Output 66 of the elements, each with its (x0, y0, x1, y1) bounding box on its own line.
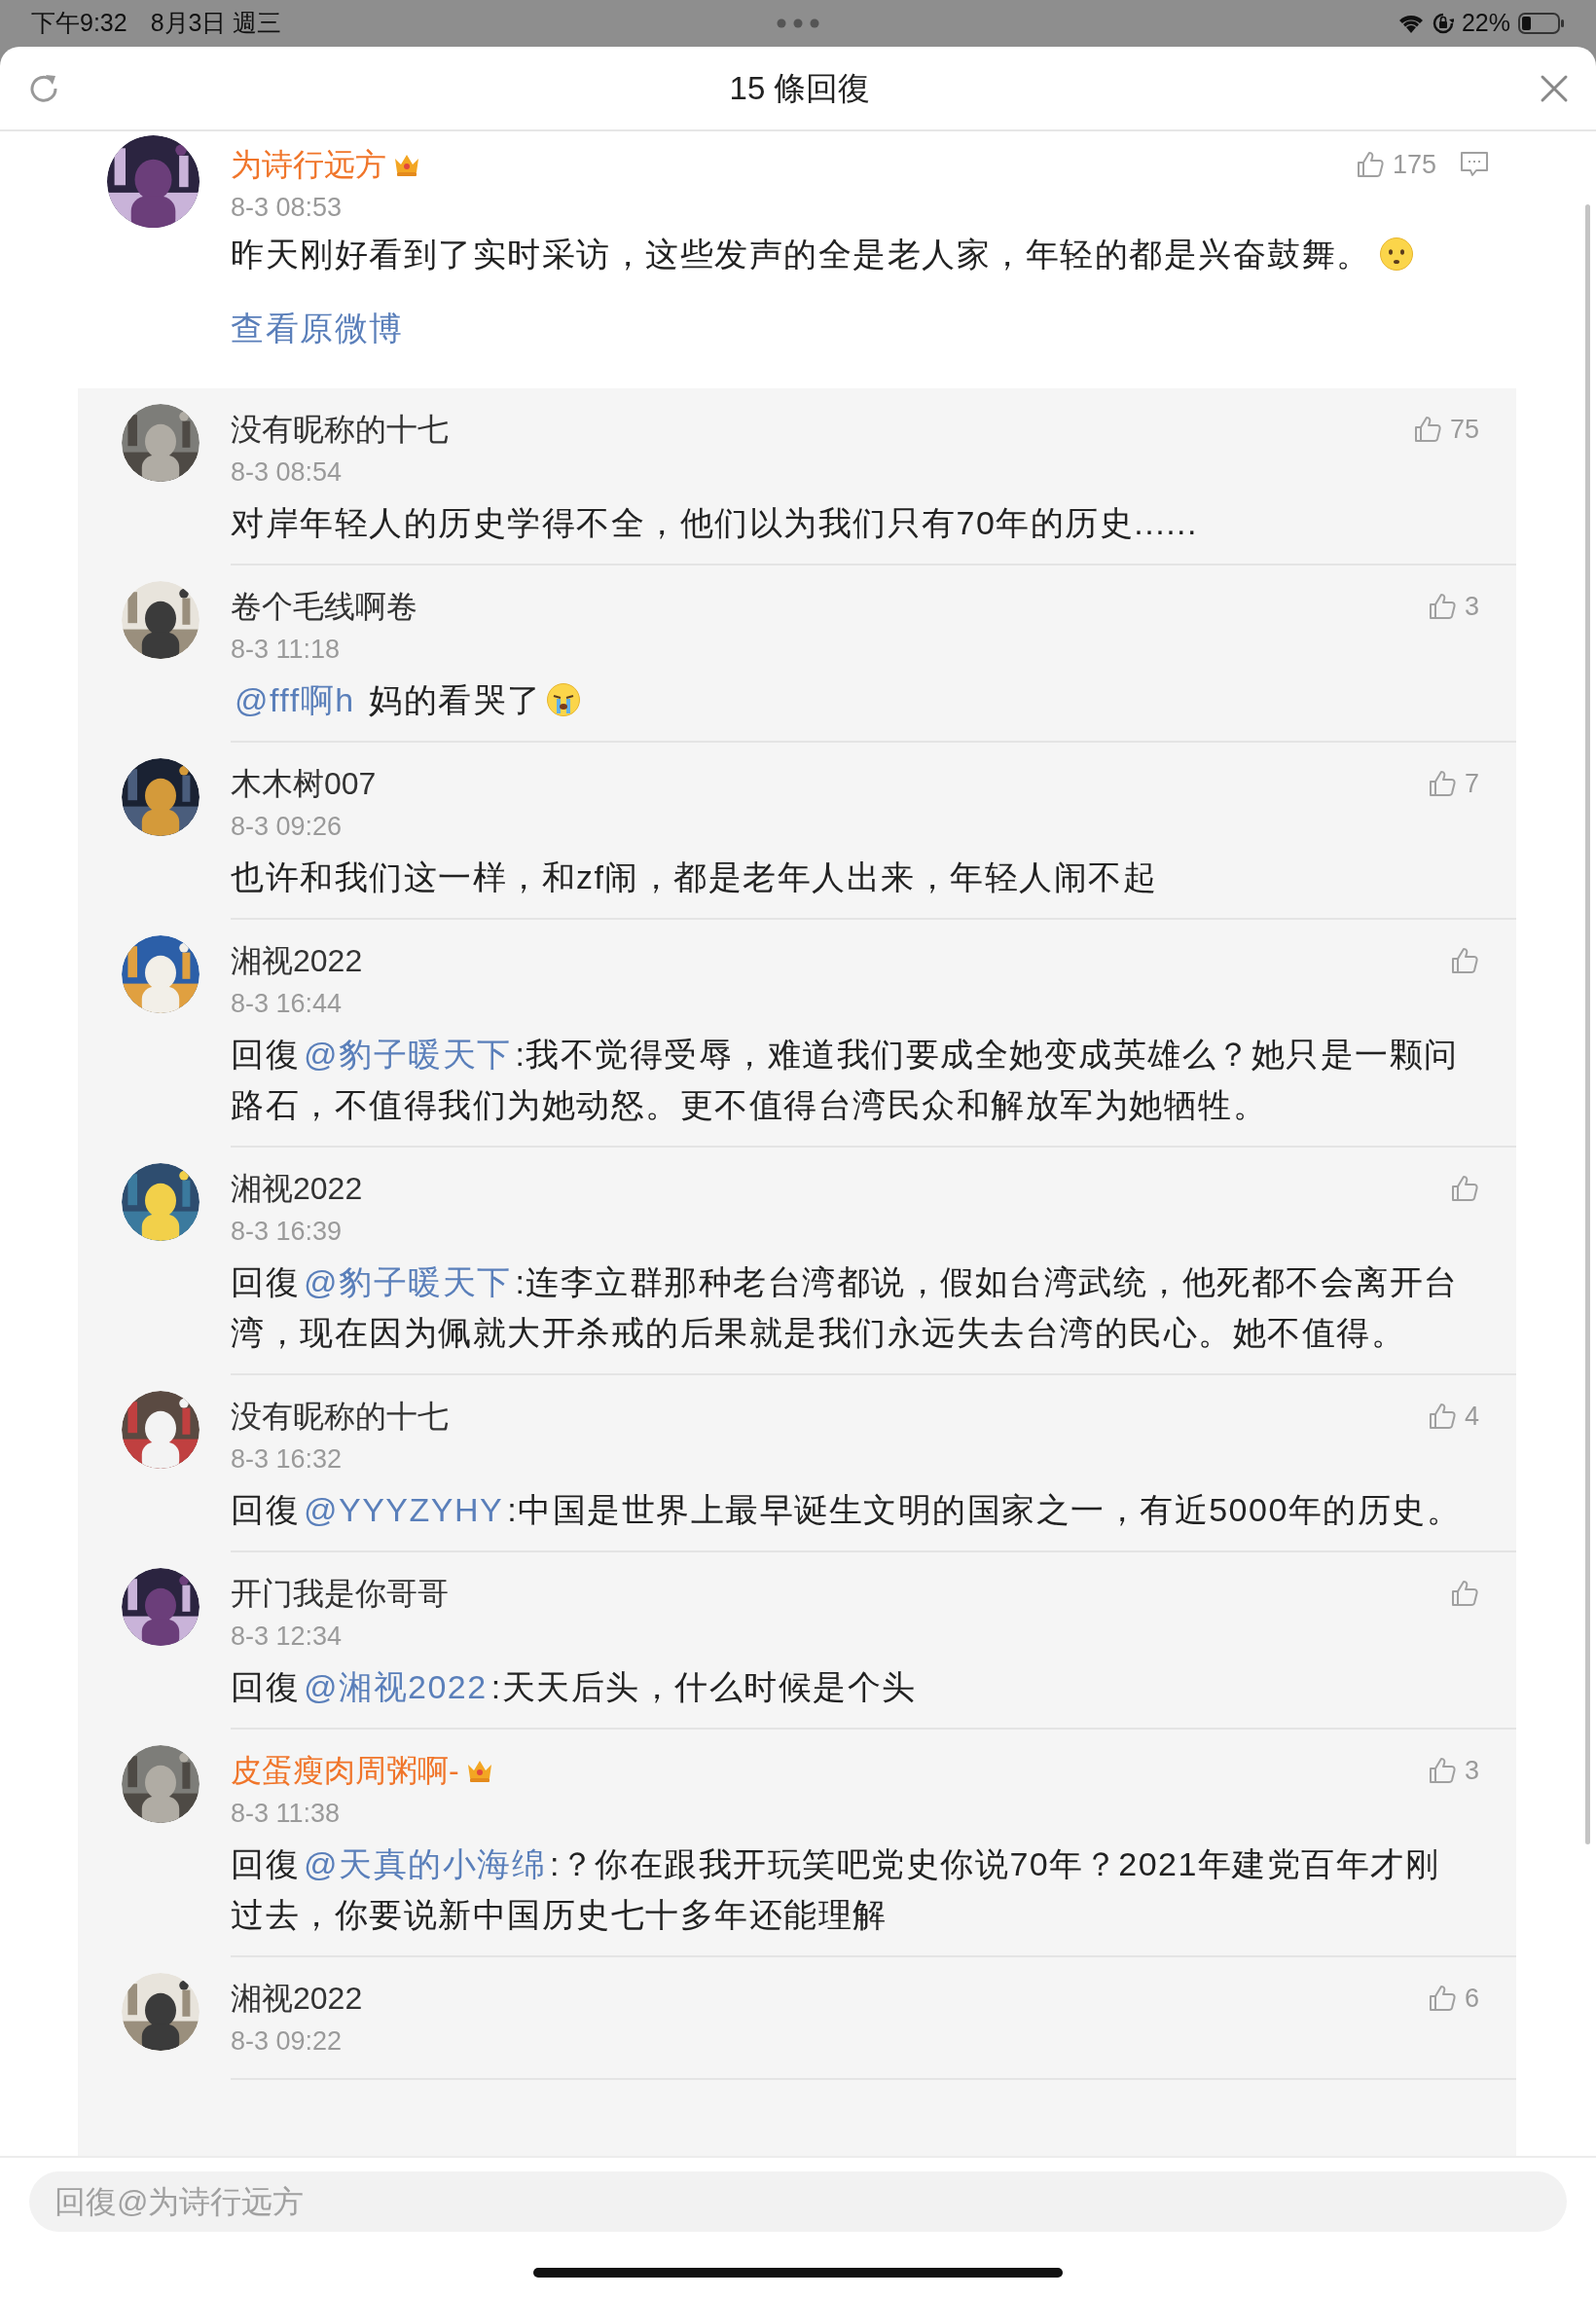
like-count: 7 (1464, 768, 1479, 800)
comment-text: @fff啊h 妈的看哭了 (234, 681, 542, 718)
thumbs-up-icon[interactable] (1450, 1174, 1479, 1203)
more-dots-icon[interactable] (777, 18, 819, 28)
username[interactable]: 卷个毛线啊卷 (231, 585, 417, 628)
status-date: 8月3日 週三 (150, 8, 282, 39)
battery-icon (1518, 13, 1565, 34)
comment-time: 8-3 09:26 (231, 811, 344, 843)
comment-icon[interactable] (1460, 151, 1489, 178)
mention-link[interactable]: @豹子暖天下 (304, 1036, 512, 1073)
username[interactable]: 为诗行远方 (231, 143, 386, 186)
username[interactable]: 没有昵称的十七 (231, 408, 449, 451)
username[interactable]: 开门我是你哥哥 (231, 1572, 449, 1615)
comment-time: 8-3 08:53 (231, 192, 344, 224)
comment-time: 8-3 16:32 (231, 1443, 344, 1476)
like-count: 3 (1464, 591, 1479, 623)
like-count: 175 (1392, 149, 1436, 181)
comment-time: 8-3 16:44 (231, 988, 344, 1020)
status-time: 下午9:32 (31, 8, 127, 39)
mention-link[interactable]: @湘视2022 (304, 1668, 488, 1705)
like-count: 75 (1449, 414, 1479, 446)
comment-time: 8-3 09:22 (231, 2025, 344, 2058)
comment-time: 8-3 12:34 (231, 1621, 344, 1653)
battery-percentage: 22% (1461, 8, 1510, 39)
username[interactable]: 木木树007 (231, 762, 377, 805)
crying-emoji-icon (546, 682, 581, 717)
thumbs-up-icon[interactable] (1427, 1756, 1457, 1785)
comment-time: 8-3 11:18 (231, 634, 342, 666)
comment-text: 回復@豹子暖天下:连李立群那种老台湾都说，假如台湾武统，他死都不会离开台湾，现在因为佩就大开杀戒的后果就是我们永远失去台湾的民心。她不值得。 (231, 1263, 1459, 1351)
comment-time: 8-3 16:39 (231, 1216, 344, 1248)
username[interactable]: 湘视2022 (231, 1977, 363, 2020)
comment-text: 回復@YYYZYHY:中国是世界上最早诞生文明的国家之一，有近5000年的历史。 (231, 1491, 1462, 1528)
sad-emoji-icon (1378, 237, 1414, 272)
comment-text: 回復@天真的小海绵:？你在跟我开玩笑吧党史你说70年？2021年建党百年才刚过去，你要说新中国历史七十多年还能理解 (231, 1845, 1440, 1933)
thumbs-up-icon[interactable] (1450, 946, 1479, 975)
username[interactable]: 湘视2022 (231, 1167, 363, 1210)
like-count: 3 (1464, 1755, 1479, 1787)
comment-text: 回復@豹子暖天下:我不觉得受辱，难道我们要成全她变成英雄么？她只是一颗问路石，不值得我们为她动怒。更不值得台湾民众和解放军为她牺牲。 (231, 1036, 1459, 1123)
comment-text: 也许和我们这一样，和zf闹，都是老年人出来，年轻人闹不起 (231, 858, 1158, 895)
rotation-lock-icon (1432, 13, 1454, 34)
thumbs-up-icon[interactable] (1427, 1984, 1457, 2013)
like-count: 6 (1464, 1983, 1479, 2015)
mention-link[interactable]: @fff啊h (235, 681, 355, 718)
username[interactable]: 湘视2022 (231, 939, 363, 982)
comment-time: 8-3 08:54 (231, 456, 344, 489)
reply-input-field[interactable]: 回復@为诗行远方 (29, 2171, 1567, 2232)
thumbs-up-icon[interactable] (1427, 769, 1457, 798)
comment-text: 回復@湘视2022:天天后头，什么时候是个头 (231, 1668, 917, 1705)
username[interactable]: 皮蛋瘦肉周粥啊- (231, 1749, 459, 1792)
close-icon[interactable] (1540, 73, 1569, 103)
comment-text: 对岸年轻人的历史学得不全，他们以为我们只有70年的历史...... (231, 504, 1198, 541)
mention-link[interactable]: @YYYZYHY (304, 1491, 504, 1528)
thumbs-up-icon[interactable] (1355, 150, 1385, 179)
view-original-link[interactable]: 查看原微博 (231, 303, 404, 353)
comment-time: 8-3 11:38 (231, 1798, 342, 1830)
mention-link[interactable]: @豹子暖天下 (304, 1263, 512, 1300)
thumbs-up-icon[interactable] (1412, 415, 1442, 444)
username[interactable]: 没有昵称的十七 (231, 1395, 449, 1438)
comment-text: 昨天刚好看到了实时采访，这些发声的全是老人家，年轻的都是兴奋鼓舞。 (231, 236, 1371, 273)
like-count: 4 (1464, 1401, 1479, 1433)
thumbs-up-icon[interactable] (1427, 1402, 1457, 1431)
thumbs-up-icon[interactable] (1450, 1579, 1479, 1608)
scrollbar[interactable] (1585, 204, 1590, 1844)
mention-link[interactable]: @天真的小海绵 (304, 1845, 546, 1882)
thumbs-up-icon[interactable] (1427, 592, 1457, 621)
sheet-title: 15 條回復 (729, 68, 871, 108)
